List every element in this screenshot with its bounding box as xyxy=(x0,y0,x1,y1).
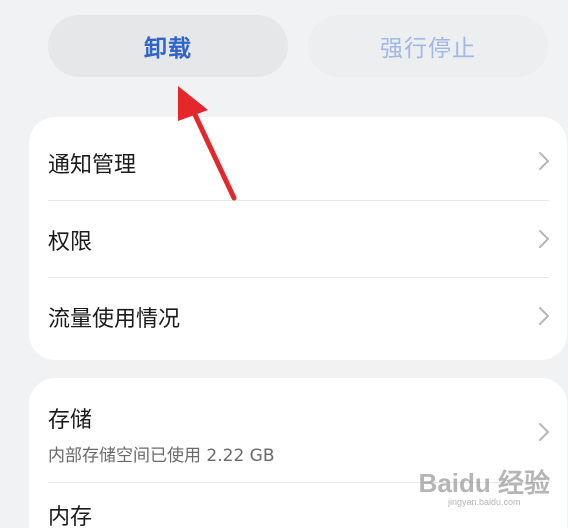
storage-label: 存储 xyxy=(48,408,93,433)
settings-item-label: 流量使用情况 xyxy=(48,307,181,332)
memory-label: 内存 xyxy=(48,505,93,528)
watermark: Baidu 经验 jingyan.baidu.com xyxy=(419,469,550,507)
force-stop-label: 强行停止 xyxy=(380,36,476,62)
settings-item-storage[interactable]: 存储 内部存储空间已使用 2.22 GB xyxy=(29,378,567,482)
chevron-right-icon xyxy=(539,152,549,170)
chevron-right-icon xyxy=(539,423,549,441)
force-stop-button[interactable]: 强行停止 xyxy=(308,15,548,77)
watermark-url: jingyan.baidu.com xyxy=(448,497,521,507)
storage-usage-text: 内部存储空间已使用 2.22 GB xyxy=(48,446,275,466)
chevron-right-icon xyxy=(539,307,549,325)
uninstall-button[interactable]: 卸载 xyxy=(48,15,288,77)
settings-item-permissions[interactable]: 权限 xyxy=(29,201,567,278)
chevron-right-icon xyxy=(539,230,549,248)
watermark-logo: Baidu 经验 xyxy=(418,468,550,498)
settings-item-notification-management[interactable]: 通知管理 xyxy=(29,117,567,201)
settings-item-label: 通知管理 xyxy=(48,153,137,178)
settings-item-data-usage[interactable]: 流量使用情况 xyxy=(29,278,567,360)
annotation-arrow-head xyxy=(178,86,208,121)
settings-item-label: 权限 xyxy=(48,230,93,255)
app-settings-card: 通知管理 权限 流量使用情况 xyxy=(29,117,567,360)
uninstall-label: 卸载 xyxy=(144,36,192,62)
